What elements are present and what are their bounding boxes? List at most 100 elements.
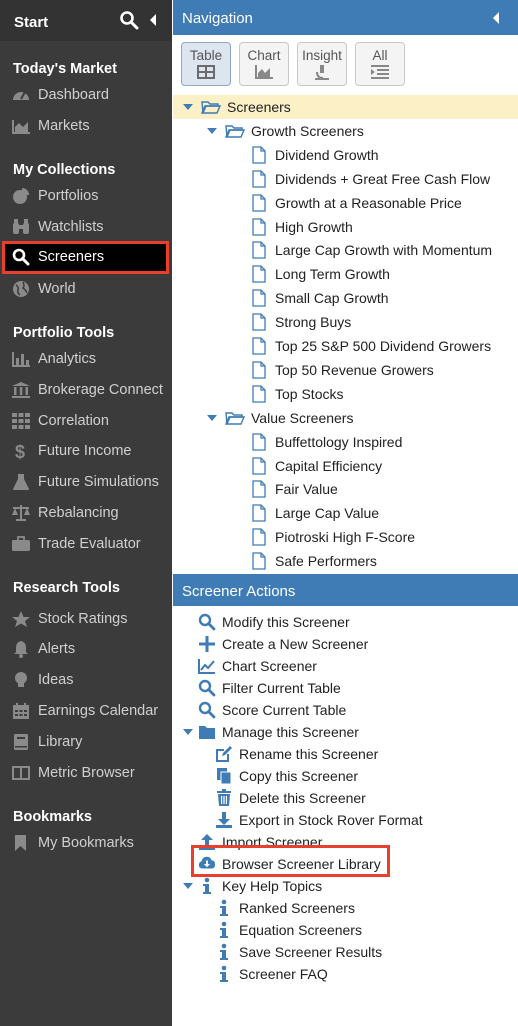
svg-text:$: $ [15,442,25,460]
sidebar-item-correlation[interactable]: Correlation [0,406,172,436]
sidebar-item-portfolios[interactable]: Portfolios [0,181,172,211]
info-icon [215,965,233,983]
sidebar-item-markets[interactable]: Markets [0,111,172,141]
action-label: Delete this Screener [239,790,366,806]
action-score-current-table[interactable]: Score Current Table [173,699,518,721]
globe-icon [13,281,29,297]
tree-item-screener[interactable]: Dividend Growth [173,143,518,167]
action-key-help-topics[interactable]: Key Help Topics [173,875,518,897]
tree-item-screener[interactable]: Safe Performers [173,549,518,573]
expand-arrow-icon[interactable] [183,104,193,110]
action-label: Screener FAQ [239,966,328,982]
collapse-left-icon[interactable] [491,11,501,25]
folder-open-icon [200,99,222,115]
expand-arrow-icon[interactable] [183,729,193,735]
tree-item-screener[interactable]: Long Term Growth [173,262,518,286]
tree-item-screener[interactable]: High Growth [173,215,518,239]
sidebar-item-screeners[interactable]: Screeners [2,241,169,274]
expand-arrow-icon[interactable] [183,883,193,889]
action-ranked-screeners[interactable]: Ranked Screeners [173,897,518,919]
tab-table[interactable]: Table [181,42,231,86]
tab-label: Table [189,48,223,63]
sidebar-item-metric-browser[interactable]: Metric Browser [0,758,172,788]
document-icon [252,193,266,212]
document-icon [252,361,266,379]
collapse-left-icon[interactable] [148,12,158,28]
tree-item-screener[interactable]: Top 50 Revenue Growers [173,358,518,382]
expand-arrow-icon[interactable] [207,127,217,134]
tree-item-screener[interactable]: Top 25 S&P 500 Dividend Growers [173,334,518,358]
action-chart-screener[interactable]: Chart Screener [173,655,518,677]
sidebar-item-analytics[interactable]: Analytics [0,344,172,374]
search-icon [198,613,216,631]
navigation-title: Navigation [182,10,253,27]
sidebar-item-trade-evaluator[interactable]: Trade Evaluator [0,529,172,559]
tree-item-screener[interactable]: Piotroski High F-Score [173,525,518,549]
sidebar-item-watchlists[interactable]: Watchlists [0,212,172,242]
edit-icon [215,745,233,763]
sidebar-item-alerts[interactable]: Alerts [0,634,172,664]
sidebar-item-label: Watchlists [38,219,104,235]
binoculars-icon [13,219,29,234]
screener-actions-title: Screener Actions [182,583,296,600]
sidebar-item-stock-ratings[interactable]: Stock Ratings [0,604,172,634]
action-modify-this-screener[interactable]: Modify this Screener [173,611,518,633]
action-rename-this-screener[interactable]: Rename this Screener [173,743,518,765]
tree-item-screener[interactable]: Small Cap Growth [173,286,518,310]
action-export-in-stock-rover-format[interactable]: Export in Stock Rover Format [173,809,518,831]
action-create-a-new-screener[interactable]: Create a New Screener [173,633,518,655]
action-filter-current-table[interactable]: Filter Current Table [173,677,518,699]
columns-icon [12,766,30,780]
tree-item-screener[interactable]: Fair Value [173,477,518,501]
tree-folder-screeners[interactable]: Screeners [173,95,518,119]
sidebar-item-future-income[interactable]: $ Future Income [0,436,172,466]
bell-icon [14,641,28,658]
sidebar-item-world[interactable]: World [0,274,172,304]
tree-item-screener[interactable]: Capital Efficiency [173,454,518,478]
action-delete-this-screener[interactable]: Delete this Screener [173,787,518,809]
expand-arrow-icon[interactable] [207,414,217,421]
sidebar-item-label: Alerts [38,641,76,657]
action-screener-faq[interactable]: Screener FAQ [173,963,518,985]
tree-item-screener[interactable]: Large Cap Growth with Momentum [173,238,518,262]
tree-item-screener[interactable]: Top Stocks [173,382,518,406]
sidebar-item-label: Stock Ratings [38,611,128,627]
balance-icon [12,505,30,521]
tab-all[interactable]: All [355,42,405,86]
tree-item-screener[interactable]: Buffettology Inspired [173,430,518,454]
sidebar-item-ideas[interactable]: Ideas [0,665,172,695]
tree-folder-group[interactable]: Value Screeners [173,406,518,430]
folder-icon [198,723,216,741]
tree-folder-group[interactable]: Growth Screeners [173,119,518,143]
tab-insight[interactable]: Insight [297,42,347,86]
action-label: Save Screener Results [239,944,383,960]
tree-item-label: Growth Screeners [251,122,364,139]
sidebar-item-label: Rebalancing [38,505,119,521]
section-heading-todays-market: Today's Market [13,61,117,77]
sidebar-item-label: Trade Evaluator [38,536,141,552]
sidebar-item-library[interactable]: Library [0,727,172,757]
action-equation-screeners[interactable]: Equation Screeners [173,919,518,941]
sidebar-title: Start [14,14,49,31]
sidebar-item-label: Correlation [38,413,109,429]
tree-item-screener[interactable]: Dividends + Great Free Cash Flow [173,167,518,191]
sidebar-item-my-bookmarks[interactable]: My Bookmarks [0,828,172,858]
search-icon[interactable] [119,10,139,30]
sidebar-item-rebalancing[interactable]: Rebalancing [0,498,172,528]
tree-item-screener[interactable]: Large Cap Value [173,501,518,525]
sidebar-item-dashboard[interactable]: Dashboard [0,80,172,110]
tab-chart[interactable]: Chart [239,42,289,86]
action-copy-this-screener[interactable]: Copy this Screener [173,765,518,787]
area-chart-icon [255,65,273,79]
action-save-screener-results[interactable]: Save Screener Results [173,941,518,963]
action-manage-this-screener[interactable]: Manage this Screener [173,721,518,743]
sidebar-item-label: Earnings Calendar [38,703,159,719]
view-tabs: Table Chart Insight All [173,35,518,91]
tree-item-screener[interactable]: Strong Buys [173,310,518,334]
tree-item-screener[interactable]: Growth at a Reasonable Price [173,191,518,215]
sidebar-item-earnings-calendar[interactable]: Earnings Calendar [0,696,172,726]
sidebar-item-label: Future Simulations [38,474,159,490]
sidebar-item-future-simulations[interactable]: Future Simulations [0,467,172,497]
briefcase-icon [12,536,30,551]
sidebar-item-brokerage-connect[interactable]: Brokerage Connect [0,375,172,405]
